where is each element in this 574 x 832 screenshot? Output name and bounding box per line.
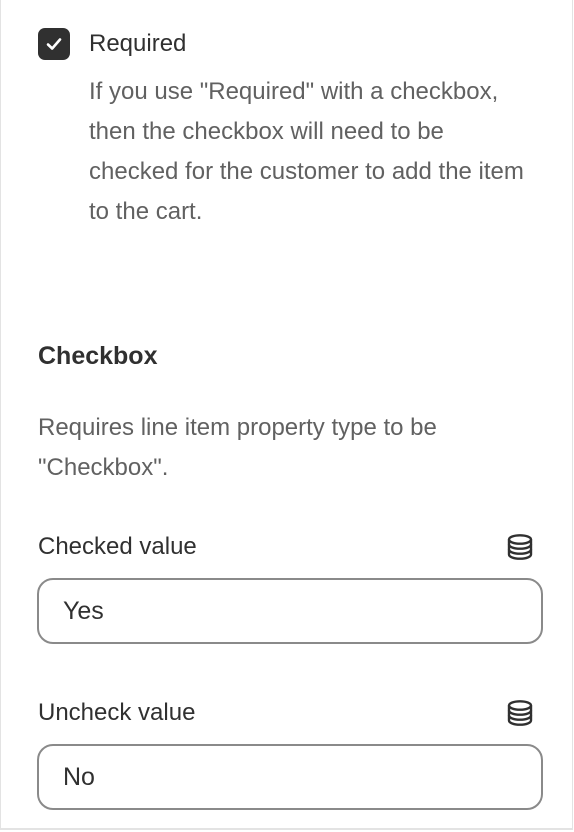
checkmark-icon (46, 38, 62, 50)
settings-panel: Required If you use "Required" with a ch… (0, 0, 573, 830)
required-help-text: If you use "Required" with a checkbox, t… (89, 78, 524, 225)
uncheck-value-label: Uncheck value (38, 699, 196, 726)
required-checkbox-row[interactable]: Required (38, 28, 186, 60)
uncheck-value-input[interactable] (37, 744, 543, 810)
required-checkbox-label[interactable]: Required (89, 28, 186, 60)
checkbox-section-description: Requires line item property type to be "… (38, 414, 437, 481)
required-checkbox[interactable] (38, 28, 70, 60)
checked-value-label: Checked value (38, 533, 197, 560)
database-icon[interactable] (506, 699, 534, 727)
checkbox-section-title: Checkbox (38, 342, 158, 370)
checked-value-input[interactable] (37, 578, 543, 644)
database-icon[interactable] (506, 533, 534, 561)
